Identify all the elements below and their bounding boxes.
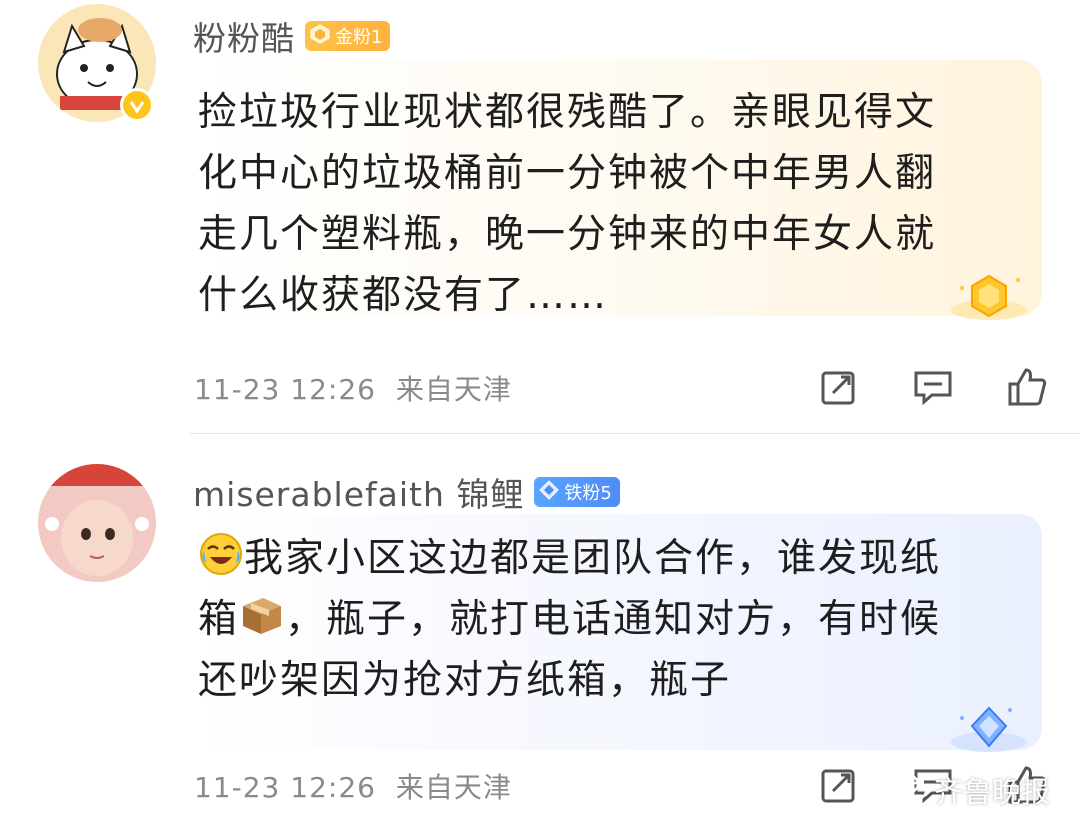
comment-text: 捡垃圾行业现状都很残酷了。亲眼见得文 化中心的垃圾桶前一分钟被个中年男人翻 走几… [198, 90, 937, 318]
comment-icon[interactable] [910, 364, 956, 410]
diamond-icon [538, 479, 560, 506]
gold-crown-icon [309, 23, 331, 50]
badge-label: 金粉1 [335, 27, 383, 48]
location: 来自天津 [395, 771, 512, 804]
username[interactable]: miserablefaith 锦鲤 [193, 468, 524, 516]
location: 来自天津 [395, 373, 512, 406]
wechat-logo-icon [894, 772, 928, 809]
timestamp: 11-23 12:26 [194, 771, 376, 804]
laugh-cry-emoji-icon [198, 531, 244, 577]
fan-level-badge[interactable]: 铁粉5 [534, 477, 620, 507]
comment-text: 我家小区这边都是团队合作，谁发现纸 箱 ，瓶子，就打电话通知对方，有时候 还吵架… [196, 528, 1038, 711]
iron-fan-decoration-icon [948, 702, 1030, 762]
comment-bubble: 捡垃圾行业现状都很残酷了。亲眼见得文 化中心的垃圾桶前一分钟被个中年男人翻 走几… [190, 60, 1042, 320]
repost-icon[interactable] [816, 762, 862, 808]
watermark: 齐鲁晚报 [894, 769, 1050, 811]
repost-icon[interactable] [816, 364, 862, 410]
gold-fan-decoration-icon [948, 270, 1030, 330]
watermark-text: 齐鲁晚报 [933, 775, 1050, 809]
comment-bubble: 我家小区这边都是团队合作，谁发现纸 箱 ，瓶子，就打电话通知对方，有时候 还吵架… [190, 514, 1042, 752]
fan-level-badge[interactable]: 金粉1 [305, 21, 391, 51]
package-box-emoji-icon [239, 592, 285, 638]
verified-badge-icon [120, 88, 154, 122]
badge-label: 铁粉5 [564, 483, 612, 504]
timestamp: 11-23 12:26 [194, 373, 376, 406]
comment-item: 粉粉酷 金粉1 捡垃圾行业现状都很残酷了。亲眼见得文 化中心的垃圾桶前一分钟被个… [0, 0, 1080, 434]
like-icon[interactable] [1004, 364, 1050, 410]
username[interactable]: 粉粉酷 [193, 12, 295, 60]
avatar[interactable] [38, 464, 156, 582]
